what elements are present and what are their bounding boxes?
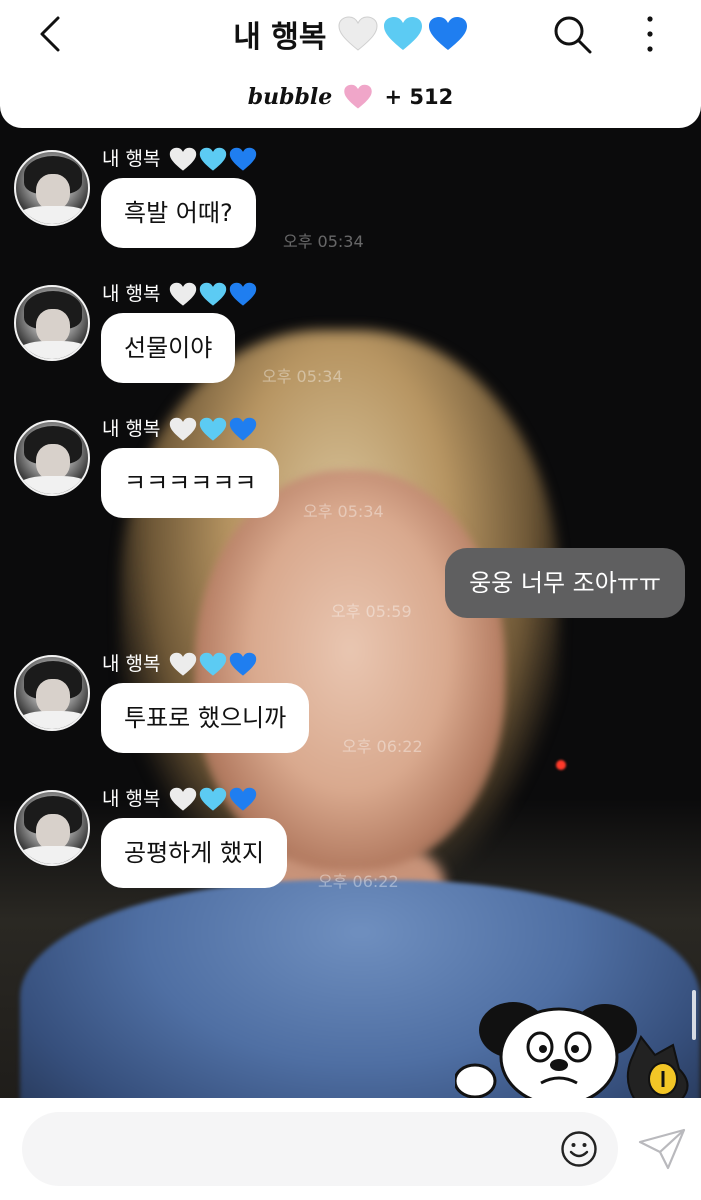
avatar[interactable] (14, 285, 90, 361)
chat-header: 내 행복 bubble + 512 (0, 0, 701, 128)
message-bubble[interactable]: 흑발 어때? (101, 178, 256, 248)
sender-name: 내 행복 (102, 414, 257, 442)
bubble-brand-label: bubble (247, 84, 333, 110)
composer-bar (0, 1098, 701, 1200)
my-message-bubble[interactable]: 웅웅 너무 조아ㅠㅠ (445, 548, 685, 618)
blue-heart-icon (428, 17, 467, 50)
bubble-counter: bubble + 512 (0, 84, 701, 110)
sender-name: 내 행복 (102, 649, 257, 677)
avatar[interactable] (14, 790, 90, 866)
light-blue-heart-icon (199, 787, 226, 811)
white-heart-icon (169, 282, 196, 306)
message-bubble[interactable]: 선물이야 (101, 313, 236, 383)
message-time: 오후 06:22 (342, 737, 423, 756)
blue-heart-icon (229, 652, 256, 676)
more-vertical-icon[interactable] (640, 14, 660, 54)
message-time: 오후 05:34 (303, 502, 384, 521)
white-heart-icon (169, 787, 196, 811)
message-time: 오후 05:59 (331, 602, 412, 621)
white-heart-icon (338, 16, 378, 51)
bubble-count: + 512 (384, 85, 454, 109)
light-blue-heart-icon (199, 282, 226, 306)
white-heart-icon (169, 652, 196, 676)
puppy-sticker[interactable] (455, 985, 701, 1100)
white-heart-icon (169, 147, 196, 171)
title-hearts (338, 16, 468, 52)
smiley-icon[interactable] (560, 1130, 598, 1168)
avatar[interactable] (14, 150, 90, 226)
white-heart-icon (169, 417, 196, 441)
blue-heart-icon (229, 147, 256, 171)
message-input[interactable] (22, 1112, 618, 1186)
avatar[interactable] (14, 420, 90, 496)
light-blue-heart-icon (199, 147, 226, 171)
scrollbar-thumb[interactable] (692, 990, 696, 1040)
message-time: 오후 05:34 (262, 367, 343, 386)
light-blue-heart-icon (383, 17, 422, 50)
message-bubble[interactable]: 공평하게 했지 (101, 818, 288, 888)
search-icon[interactable] (552, 14, 592, 54)
message-bubble[interactable]: ㅋㅋㅋㅋㅋㅋ (101, 448, 280, 518)
blue-heart-icon (229, 417, 256, 441)
chat-title-group: 내 행복 (0, 12, 701, 56)
message-time: 오후 05:34 (283, 232, 364, 251)
message-bubble[interactable]: 투표로 했으니까 (101, 683, 310, 753)
pink-heart-icon (344, 84, 373, 109)
avatar[interactable] (14, 655, 90, 731)
light-blue-heart-icon (199, 417, 226, 441)
message-time: 오후 06:22 (318, 872, 399, 891)
blue-heart-icon (229, 282, 256, 306)
light-blue-heart-icon (199, 652, 226, 676)
blue-heart-icon (229, 787, 256, 811)
paper-plane-icon[interactable] (638, 1128, 686, 1170)
sender-name: 내 행복 (102, 279, 257, 307)
sender-name: 내 행복 (102, 144, 257, 172)
chat-title: 내 행복 (233, 20, 327, 55)
sender-name: 내 행복 (102, 784, 257, 812)
